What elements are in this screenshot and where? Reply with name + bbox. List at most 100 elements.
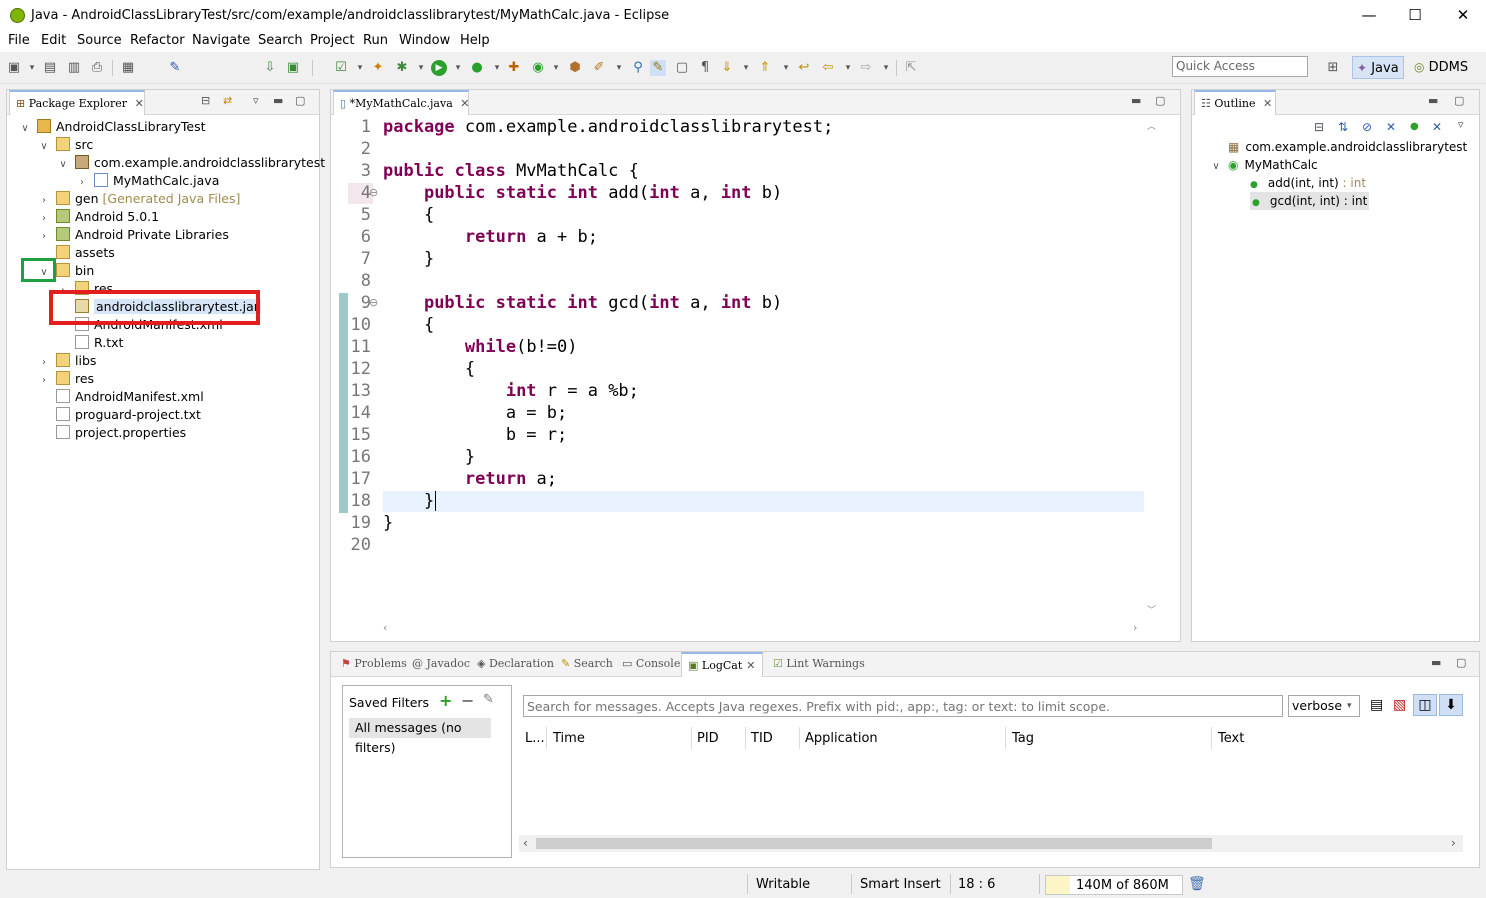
expand-open-icon[interactable]: ∨ xyxy=(57,156,69,174)
debug-bug-icon[interactable]: ✎ xyxy=(167,60,183,76)
external-tools-icon[interactable]: ✚ xyxy=(506,60,522,76)
check-icon[interactable]: ☑ xyxy=(333,60,349,76)
previous-annotation-dropdown-icon[interactable]: ▾ xyxy=(778,60,794,76)
menu-help[interactable]: Help xyxy=(460,33,490,48)
menu-navigate[interactable]: Navigate xyxy=(192,33,250,48)
debug-dropdown-icon[interactable]: ▾ xyxy=(413,60,429,76)
menu-file[interactable]: File xyxy=(8,33,30,48)
clear-log-icon[interactable]: ▧ xyxy=(1393,697,1406,713)
menu-edit[interactable]: Edit xyxy=(41,33,66,48)
log-level-select[interactable]: verbose ▾ xyxy=(1288,695,1360,717)
horizontal-scrollbar[interactable]: ‹ › xyxy=(381,621,1144,637)
run-last-dropdown-icon[interactable]: ▾ xyxy=(489,60,505,76)
tab-lint-warnings[interactable]: ☑ Lint Warnings xyxy=(767,652,871,677)
tab-package-explorer[interactable]: ⊞ Package Explorer ✕ xyxy=(9,90,145,115)
debug-icon[interactable]: ✱ xyxy=(394,60,410,76)
minimize-button[interactable]: — xyxy=(1346,0,1392,31)
toggle-filters-icon[interactable]: ◫ xyxy=(1413,694,1437,716)
tab-search[interactable]: ✎ Search xyxy=(555,652,619,677)
tree-item[interactable]: › res xyxy=(38,370,94,388)
scroll-down-icon[interactable]: ﹀ xyxy=(1147,603,1156,616)
maximize-button[interactable]: ☐ xyxy=(1392,0,1438,31)
minimize-view-icon[interactable]: ▬ xyxy=(273,94,283,107)
vertical-scrollbar[interactable]: ︿ ﹀ xyxy=(1144,115,1160,625)
previous-annotation-icon[interactable]: ⇑ xyxy=(757,60,773,76)
back-icon[interactable]: ⇦ xyxy=(820,60,836,76)
new-android-project-icon[interactable]: ✦ xyxy=(370,60,386,76)
column-tid[interactable]: TID xyxy=(751,731,773,746)
new-dropdown-icon[interactable]: ▾ xyxy=(24,60,40,76)
maximize-view-icon[interactable]: ▢ xyxy=(295,94,305,107)
menu-source[interactable]: Source xyxy=(77,33,122,48)
avd-manager-icon[interactable]: ▣ xyxy=(285,60,301,76)
hide-static-icon[interactable]: ✕ xyxy=(1386,120,1396,134)
view-menu-icon[interactable]: ▿ xyxy=(253,94,259,107)
collapse-all-icon[interactable]: ⊟ xyxy=(201,94,210,107)
sort-icon[interactable]: ⇅ xyxy=(1338,120,1348,134)
tab-console[interactable]: ▭ Console xyxy=(616,652,686,677)
block-selection-icon[interactable]: ▢ xyxy=(674,60,690,76)
tree-item[interactable]: ∨ AndroidClassLibraryTest xyxy=(19,118,206,136)
code-area[interactable]: 1 package com.example.androidclasslibrary… xyxy=(331,115,1171,625)
android-sdk-icon[interactable]: ⇩ xyxy=(262,60,278,76)
column-pid[interactable]: PID xyxy=(697,731,719,746)
tab-problems[interactable]: ⚑ Problems xyxy=(335,652,413,677)
open-perspective-icon[interactable]: ⊞ xyxy=(1325,60,1341,76)
minimize-view-icon[interactable]: ▬ xyxy=(1431,656,1441,669)
last-edit-location-icon[interactable]: ↩ xyxy=(796,60,812,76)
close-icon[interactable]: ✕ xyxy=(135,97,144,110)
link-with-editor-icon[interactable]: ⇄ xyxy=(223,94,232,107)
toggle-mark-occurrences-icon[interactable]: ✎ xyxy=(650,60,666,76)
tab-outline[interactable]: ☷ Outline ✕ xyxy=(1194,90,1276,115)
task-dropdown-icon[interactable]: ▾ xyxy=(611,60,627,76)
hide-local-types-icon[interactable]: ✕ xyxy=(1432,120,1442,134)
expand-open-icon[interactable]: ∨ xyxy=(1210,158,1222,176)
outline-item[interactable]: ▦ com.example.androidclasslibrarytest xyxy=(1228,138,1467,156)
new-class-icon[interactable]: ◉ xyxy=(530,60,546,76)
new-class-dropdown-icon[interactable]: ▾ xyxy=(548,60,564,76)
column-application[interactable]: Application xyxy=(805,731,878,746)
tree-item[interactable]: › Android Private Libraries xyxy=(38,226,229,244)
tree-item[interactable]: › Android 5.0.1 xyxy=(38,208,159,226)
close-icon[interactable]: ✕ xyxy=(1263,97,1272,110)
column-text[interactable]: Text xyxy=(1218,731,1244,746)
column-tag[interactable]: Tag xyxy=(1012,731,1034,746)
print-icon[interactable]: ⎙ xyxy=(89,60,105,76)
scroll-left-icon[interactable]: ‹ xyxy=(523,836,528,850)
search-icon[interactable]: ⚲ xyxy=(630,60,646,76)
open-task-icon[interactable]: ✐ xyxy=(591,60,607,76)
run-icon[interactable]: ▶ xyxy=(431,60,447,76)
run-last-icon[interactable]: ● xyxy=(469,60,485,76)
close-icon[interactable]: ✕ xyxy=(746,659,755,672)
save-all-icon[interactable]: ▥ xyxy=(66,60,82,76)
minimize-view-icon[interactable]: ▬ xyxy=(1131,94,1141,107)
save-log-icon[interactable]: ▤ xyxy=(1370,697,1383,713)
expand-open-icon[interactable]: ∨ xyxy=(38,138,50,156)
open-type-icon[interactable]: ⬢ xyxy=(567,60,583,76)
scroll-right-icon[interactable]: › xyxy=(1451,836,1456,850)
add-filter-icon[interactable]: + xyxy=(439,691,452,710)
new-icon[interactable]: ▣ xyxy=(6,60,22,76)
collapse-all-icon[interactable]: ⊟ xyxy=(1314,120,1324,134)
tree-item[interactable]: › libs xyxy=(38,352,96,370)
hide-fields-icon[interactable]: ⊘ xyxy=(1362,120,1372,134)
tab-javadoc[interactable]: @ Javadoc xyxy=(406,652,476,677)
maximize-view-icon[interactable]: ▢ xyxy=(1155,94,1165,107)
scroll-right-icon[interactable]: › xyxy=(1133,621,1137,634)
tab-logcat[interactable]: ▣ LogCat ✕ xyxy=(681,652,763,677)
run-dropdown-icon[interactable]: ▾ xyxy=(450,60,466,76)
column-time[interactable]: Time xyxy=(553,731,585,746)
menu-search[interactable]: Search xyxy=(258,33,303,48)
menu-run[interactable]: Run xyxy=(363,33,388,48)
maximize-view-icon[interactable]: ▢ xyxy=(1456,656,1466,669)
view-menu-icon[interactable]: ▿ xyxy=(1458,118,1464,131)
fold-add-icon[interactable]: ⊖ xyxy=(369,186,378,199)
remove-filter-icon[interactable]: − xyxy=(461,691,474,710)
scroll-thumb[interactable] xyxy=(536,838,1212,849)
menu-refactor[interactable]: Refactor xyxy=(130,33,185,48)
outline-item[interactable]: ● gcd(int, int) : int xyxy=(1250,192,1370,210)
menu-project[interactable]: Project xyxy=(310,33,354,48)
hide-nonpublic-icon[interactable]: ● xyxy=(1410,121,1419,132)
outline-item[interactable]: ● add(int, int) : int xyxy=(1250,174,1366,192)
save-icon[interactable]: ▤ xyxy=(42,60,58,76)
